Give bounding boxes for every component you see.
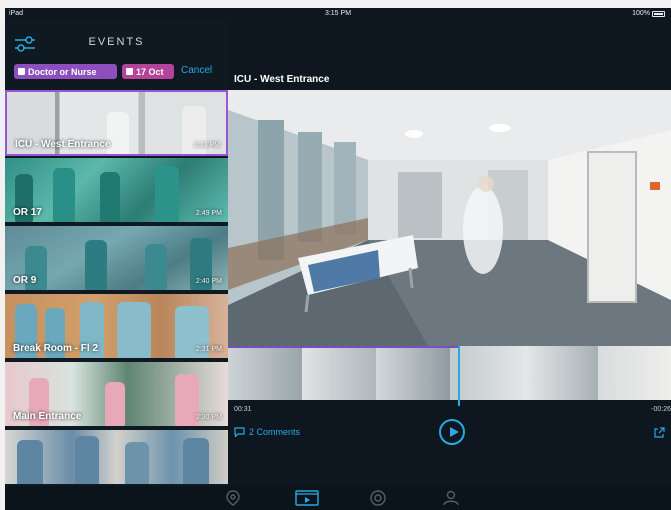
- comments-link[interactable]: 2 Comments: [234, 427, 300, 437]
- event-time: 2:30 PM: [195, 414, 222, 421]
- event-thumb-figure: [75, 436, 99, 484]
- video-player-panel: ICU - West Entrance 00:31 -00:26 2 Comme…: [228, 20, 671, 486]
- video-view[interactable]: [228, 90, 671, 346]
- timeline-frame: [524, 346, 598, 400]
- filter-chip-tag-label: Doctor or Nurse: [28, 66, 97, 77]
- status-time: 3:15 PM: [324, 10, 352, 17]
- event-thumb-figure: [100, 172, 120, 222]
- tab-bar: [5, 486, 671, 510]
- battery-icon: [652, 10, 665, 17]
- video-icon[interactable]: [295, 490, 319, 506]
- event-item-break-room[interactable]: Break Room - Fl 2 2:31 PM: [5, 294, 228, 360]
- event-label: Break Room - Fl 2: [13, 343, 99, 354]
- camera-title: ICU - West Entrance: [234, 74, 330, 85]
- comment-icon: [234, 427, 245, 437]
- event-label: OR 17: [13, 207, 42, 218]
- timeline-playhead[interactable]: [458, 346, 460, 406]
- event-thumb-figure: [117, 302, 151, 358]
- map-pin-icon[interactable]: [224, 490, 242, 506]
- battery-percent: 100%: [632, 10, 650, 17]
- event-item-main-entrance[interactable]: Main Entrance 2:30 PM: [5, 362, 228, 428]
- time-remaining: -00:26: [651, 406, 671, 413]
- camera-lens-icon[interactable]: [369, 490, 387, 506]
- comments-label: 2 Comments: [249, 427, 301, 437]
- time-elapsed: 00:31: [234, 406, 252, 413]
- video-frame-image: [228, 90, 671, 346]
- event-item-icu-west-entrance[interactable]: ICU - West Entrance 2:13 PM: [5, 90, 228, 156]
- event-thumb-figure: [155, 166, 179, 222]
- timeline-frame: [376, 346, 450, 400]
- timeline-frame: [598, 346, 671, 400]
- play-button[interactable]: [439, 419, 465, 445]
- event-time: 2:49 PM: [195, 210, 222, 217]
- calendar-icon: [126, 68, 133, 75]
- event-label: ICU - West Entrance: [15, 139, 111, 150]
- timeline-elapsed-bar: [228, 346, 458, 348]
- cancel-button[interactable]: Cancel: [181, 65, 212, 76]
- event-thumb-figure: [53, 168, 75, 222]
- event-thumb-figure: [145, 244, 167, 290]
- event-thumb-figure: [105, 382, 125, 426]
- event-time: 2:40 PM: [195, 278, 222, 285]
- event-item-or-9[interactable]: OR 9 2:40 PM: [5, 226, 228, 292]
- person-icon[interactable]: [442, 490, 460, 506]
- timeline-frame: [302, 346, 376, 400]
- event-label: Main Entrance: [13, 411, 82, 422]
- event-time: 2:13 PM: [193, 142, 220, 149]
- share-external-icon[interactable]: [653, 427, 665, 439]
- event-label: OR 9: [13, 275, 37, 286]
- filter-chip-date-label: 17 Oct: [136, 66, 164, 77]
- events-sidebar: EVENTS Doctor or Nurse 17 Oct Cancel ICU…: [5, 20, 228, 486]
- event-thumb-figure: [125, 442, 149, 484]
- tag-icon: [18, 68, 25, 75]
- battery-status: 100%: [632, 10, 665, 17]
- event-item-lounge[interactable]: [5, 430, 228, 486]
- event-item-or-17[interactable]: OR 17 2:49 PM: [5, 158, 228, 224]
- timeline-strip[interactable]: [228, 346, 671, 400]
- event-time: 2:31 PM: [195, 346, 222, 353]
- event-thumb-figure: [85, 240, 107, 290]
- app-window: iPad 3:15 PM 100% EVENTS Doctor or Nurse…: [5, 8, 671, 510]
- timeline-frame: [228, 346, 302, 400]
- timeline-frame: [450, 346, 524, 400]
- filter-chip-date[interactable]: 17 Oct: [122, 64, 174, 79]
- event-thumb-figure: [17, 440, 43, 484]
- event-thumb-figure: [183, 438, 209, 484]
- filter-chip-tag[interactable]: Doctor or Nurse: [14, 64, 117, 79]
- page-title: EVENTS: [88, 36, 145, 48]
- status-bar: iPad 3:15 PM 100%: [5, 8, 671, 20]
